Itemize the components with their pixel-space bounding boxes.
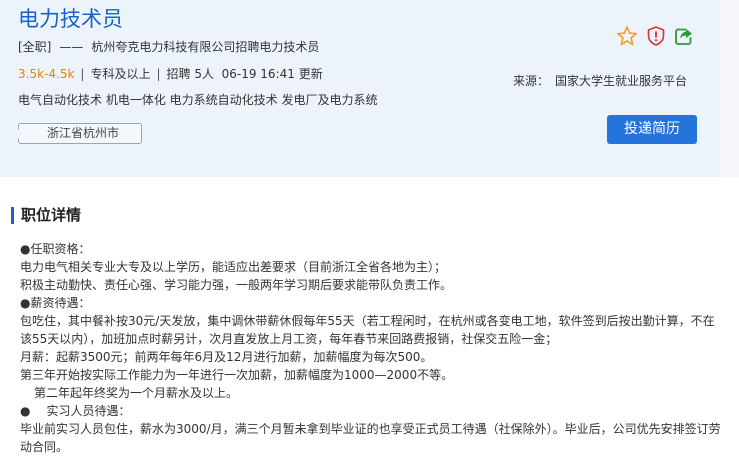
- detail-line: 第三年开始按实际工作能力为一年进行一次加薪，加薪幅度为1000—2000不等。: [20, 368, 454, 382]
- detail-line: 电力电气相关专业大专及以上学历，能适应出差要求（目前浙江全省各地为主）；: [20, 260, 447, 274]
- education-requirement: 专科及以上: [90, 67, 151, 81]
- source-line: 来源： 国家大学生就业服务平台: [513, 72, 687, 90]
- detail-heading-salary: ●薪资待遇：: [20, 296, 91, 310]
- meta-separator: |: [80, 67, 85, 81]
- detail-line: 毕业前实习人员包住，薪水为3000/月，满三个月暂未拿到毕业证的也享受正式员工待…: [20, 422, 721, 454]
- detail-line: 第二年起年终奖为一个月薪水及以上。: [34, 386, 239, 400]
- intern-heading-text: 实习人员待遇：: [46, 404, 131, 418]
- company-recruiting-text[interactable]: 杭州夸克电力科技有限公司招聘电力技术员: [91, 38, 319, 56]
- bullet-mark: ●: [20, 404, 31, 418]
- headcount: 招聘 5人: [166, 67, 214, 81]
- location-text: 浙江省杭州市: [47, 126, 120, 140]
- section-accent-bar: [11, 207, 14, 224]
- report-button[interactable]: [645, 25, 667, 47]
- salary-range: 3.5k-4.5k: [18, 67, 75, 81]
- detail-line: 包吃住，其中餐补按30元/天发放，集中调休带薪休假每年55天（若工程闲时，在杭州…: [20, 314, 715, 346]
- detail-line: 月薪：起薪3500元；前两年每年6月及12月进行加薪，加薪幅度为每次500。: [20, 350, 433, 364]
- job-header-panel: 电力技术员 [全职] —— 杭州夸克电力科技有限公司招聘电力技术员 3.5k-4.5…: [0, 0, 720, 177]
- apply-resume-button[interactable]: 投递简历: [607, 115, 697, 144]
- star-outline-icon: [616, 26, 638, 46]
- detail-line: 积极主动勤快、责任心强、学习能力强，一般两年学习期后要求能带队负责工作。: [20, 278, 453, 292]
- detail-heading-intern: ● 实习人员待遇：: [20, 402, 725, 420]
- job-detail-body: ●任职资格： 电力电气相关专业大专及以上学历，能适应出差要求（目前浙江全省各地为…: [20, 240, 725, 456]
- company-dash: ——: [59, 40, 84, 54]
- tag-notch: [18, 129, 24, 139]
- warning-shield-icon: [647, 26, 665, 46]
- section-title: 职位详情: [21, 206, 82, 224]
- job-meta-line: 3.5k-4.5k | 专科及以上 | 招聘 5人 06-19 16:41 更新: [18, 65, 323, 83]
- company-line: [全职] —— 杭州夸克电力科技有限公司招聘电力技术员: [18, 38, 319, 56]
- share-button[interactable]: [673, 25, 695, 47]
- source-name: 国家大学生就业服务平台: [555, 74, 688, 88]
- major-tags: 电气自动化技术 机电一体化 电力系统自动化技术 发电厂及电力系统: [18, 93, 378, 107]
- update-time: 06-19 16:41 更新: [221, 67, 323, 81]
- page-edge: [720, 0, 739, 177]
- job-title: 电力技术员: [18, 7, 123, 31]
- favorite-button[interactable]: [616, 25, 638, 47]
- location-tag: 浙江省杭州市: [18, 123, 142, 144]
- job-type-label: [全职]: [18, 40, 52, 54]
- source-label: 来源：: [513, 74, 550, 88]
- share-arrow-icon: [675, 28, 692, 45]
- meta-separator: |: [156, 67, 161, 81]
- detail-heading-qualification: ●任职资格：: [20, 242, 91, 256]
